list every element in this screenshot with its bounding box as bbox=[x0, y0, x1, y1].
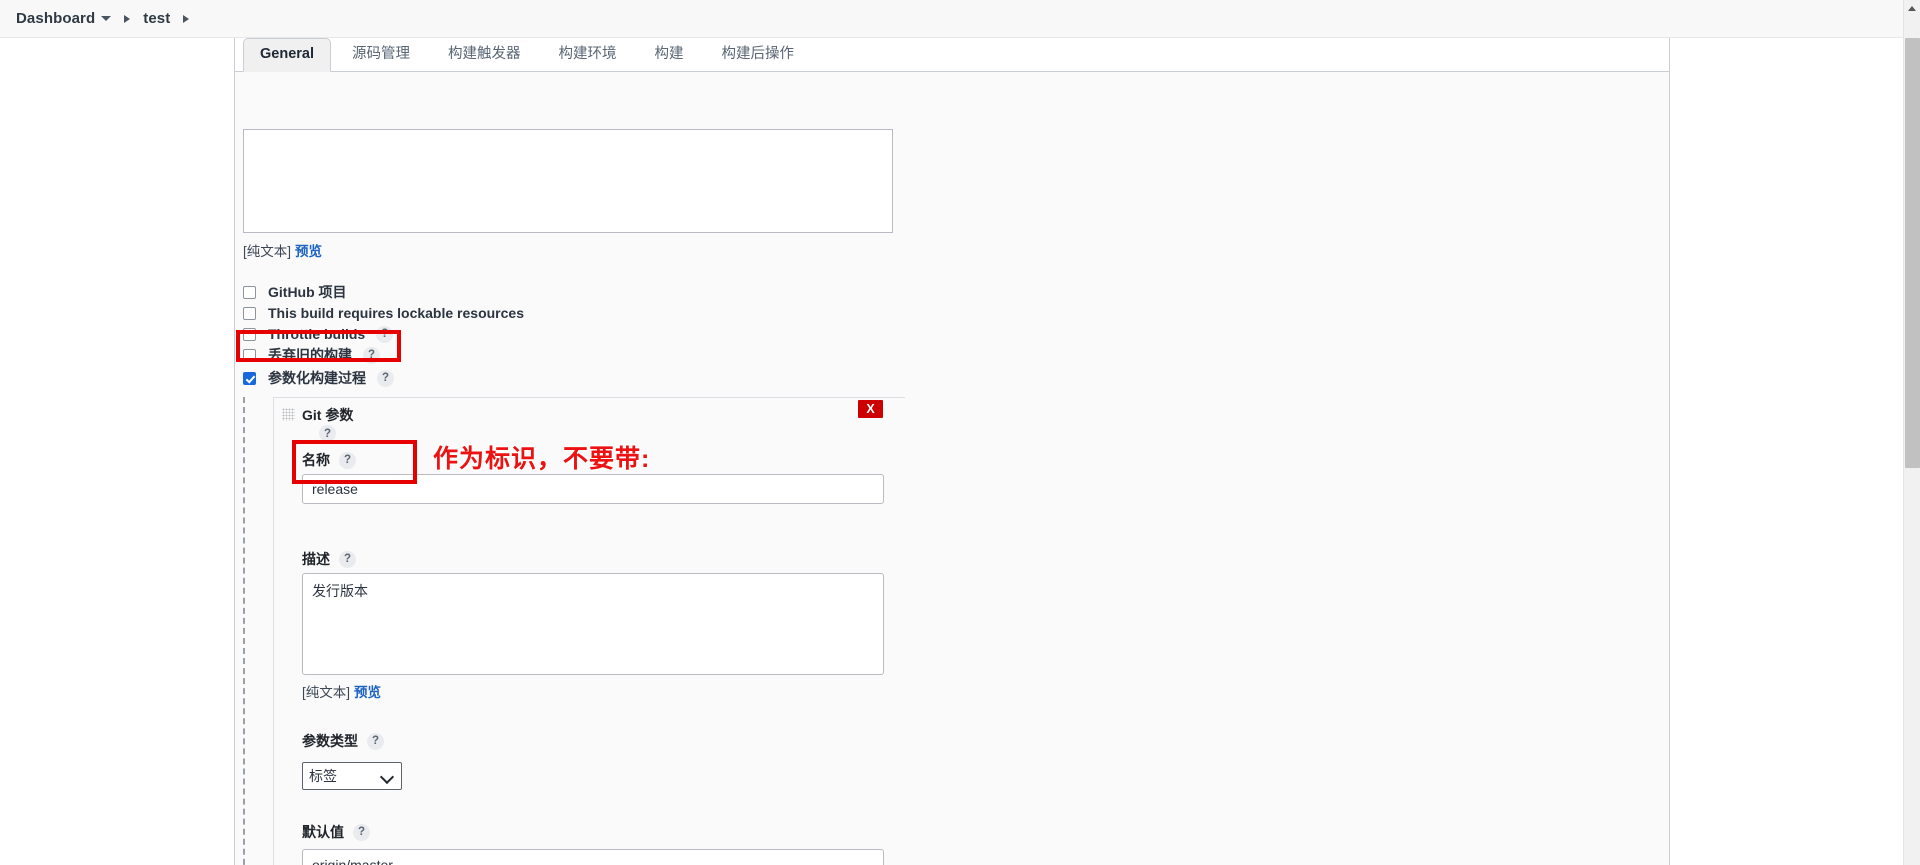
tab-build-triggers[interactable]: 构建触发器 bbox=[431, 38, 538, 71]
checkbox-row-throttle-builds[interactable]: Throttle builds ? bbox=[243, 324, 393, 344]
breadcrumb-separator-icon bbox=[124, 15, 130, 23]
param-type-selected-value: 标签 bbox=[309, 766, 337, 786]
parameter-description-textarea[interactable]: 发行版本 bbox=[302, 573, 884, 675]
help-icon-param-type[interactable]: ? bbox=[367, 733, 384, 750]
default-value-field-label: 默认值 bbox=[302, 822, 344, 842]
tab-build[interactable]: 构建 bbox=[638, 38, 701, 71]
tab-post-build-actions[interactable]: 构建后操作 bbox=[705, 38, 812, 71]
checkbox-row-lockable-resources[interactable]: This build requires lockable resources bbox=[243, 303, 524, 323]
tab-build-environment[interactable]: 构建环境 bbox=[542, 38, 634, 71]
vertical-scrollbar[interactable] bbox=[1903, 0, 1920, 865]
preview-link[interactable]: 预览 bbox=[295, 244, 322, 259]
param-type-field-label: 参数类型 bbox=[302, 731, 358, 751]
checkbox-label-lockable-resources: This build requires lockable resources bbox=[268, 305, 524, 321]
parameter-name-input[interactable] bbox=[302, 474, 884, 504]
default-value-field-label-row: 默认值 ? bbox=[302, 822, 370, 842]
plaintext-label: [纯文本] bbox=[243, 244, 291, 259]
breadcrumb-dashboard-caret-icon[interactable] bbox=[101, 16, 111, 21]
checkbox-row-discard-old-builds[interactable]: 丢弃旧的构建 ? bbox=[243, 345, 380, 365]
help-icon-parameterized-build[interactable]: ? bbox=[377, 370, 394, 387]
parameter-description-plaintext-row: [纯文本] 预览 bbox=[302, 681, 381, 701]
parameter-default-value-input[interactable] bbox=[302, 849, 884, 865]
breadcrumb-item-dashboard[interactable]: Dashboard bbox=[16, 10, 95, 27]
help-icon-git-parameter[interactable]: ? bbox=[319, 425, 336, 442]
checkbox-label-discard-old-builds: 丢弃旧的构建 bbox=[268, 345, 352, 365]
drag-handle-icon[interactable] bbox=[282, 408, 295, 421]
scrollbar-up-arrow-icon[interactable] bbox=[1904, 0, 1920, 17]
description-field-label: 描述 bbox=[302, 549, 330, 569]
parameter-plaintext-label: [纯文本] bbox=[302, 685, 350, 700]
parameter-block: Git 参数 ? X 名称 ? 描述 ? 发行版本 bbox=[243, 397, 903, 865]
help-icon-description[interactable]: ? bbox=[339, 551, 356, 568]
checkbox-lockable-resources[interactable] bbox=[243, 307, 256, 320]
param-type-select-wrap[interactable]: 标签 bbox=[302, 762, 402, 790]
checkbox-label-parameterized-build: 参数化构建过程 bbox=[268, 368, 366, 388]
checkbox-discard-old-builds[interactable] bbox=[243, 349, 256, 362]
checkbox-github-project[interactable] bbox=[243, 286, 256, 299]
name-field-label-row: 名称 ? bbox=[302, 450, 356, 470]
checkbox-row-parameterized-build[interactable]: 参数化构建过程 ? bbox=[243, 368, 394, 388]
name-field-label: 名称 bbox=[302, 450, 330, 470]
description-field-label-row: 描述 ? bbox=[302, 549, 356, 569]
help-icon-throttle-builds[interactable]: ? bbox=[376, 326, 393, 343]
param-type-field-label-row: 参数类型 ? bbox=[302, 731, 384, 751]
help-icon-name[interactable]: ? bbox=[339, 452, 356, 469]
tab-scm[interactable]: 源码管理 bbox=[335, 38, 427, 71]
git-parameter-title: Git 参数 bbox=[302, 405, 353, 425]
git-parameter-card: Git 参数 ? X 名称 ? 描述 ? 发行版本 bbox=[273, 397, 905, 865]
breadcrumb: Dashboard test bbox=[0, 0, 1920, 38]
checkbox-label-throttle-builds: Throttle builds bbox=[268, 326, 365, 342]
help-icon-default-value[interactable]: ? bbox=[353, 824, 370, 841]
checkbox-throttle-builds[interactable] bbox=[243, 328, 256, 341]
checkbox-parameterized-build[interactable] bbox=[243, 372, 256, 385]
parameter-preview-link[interactable]: 预览 bbox=[354, 685, 381, 700]
tab-general[interactable]: General bbox=[243, 38, 331, 72]
general-form: [纯文本] 预览 GitHub 项目 This build requires lo… bbox=[235, 72, 1669, 865]
checkbox-row-github-project[interactable]: GitHub 项目 bbox=[243, 282, 347, 302]
checkbox-label-github-project: GitHub 项目 bbox=[268, 282, 347, 302]
help-icon-discard-old-builds[interactable]: ? bbox=[363, 347, 380, 364]
scrollbar-thumb[interactable] bbox=[1905, 38, 1920, 468]
app-screen: Dashboard test General 源码管理 构建触发器 构建环境 构… bbox=[0, 0, 1920, 865]
project-description-textarea[interactable] bbox=[243, 129, 893, 233]
project-description-plaintext-row: [纯文本] 预览 bbox=[243, 240, 322, 260]
config-tabs: General 源码管理 构建触发器 构建环境 构建 构建后操作 bbox=[235, 38, 1669, 72]
config-panel: General 源码管理 构建触发器 构建环境 构建 构建后操作 [纯文本] 预览… bbox=[234, 38, 1670, 865]
breadcrumb-separator-icon-2 bbox=[183, 15, 189, 23]
delete-parameter-button[interactable]: X bbox=[858, 400, 883, 418]
param-type-select[interactable]: 标签 bbox=[302, 762, 402, 790]
breadcrumb-item-test[interactable]: test bbox=[143, 10, 170, 27]
